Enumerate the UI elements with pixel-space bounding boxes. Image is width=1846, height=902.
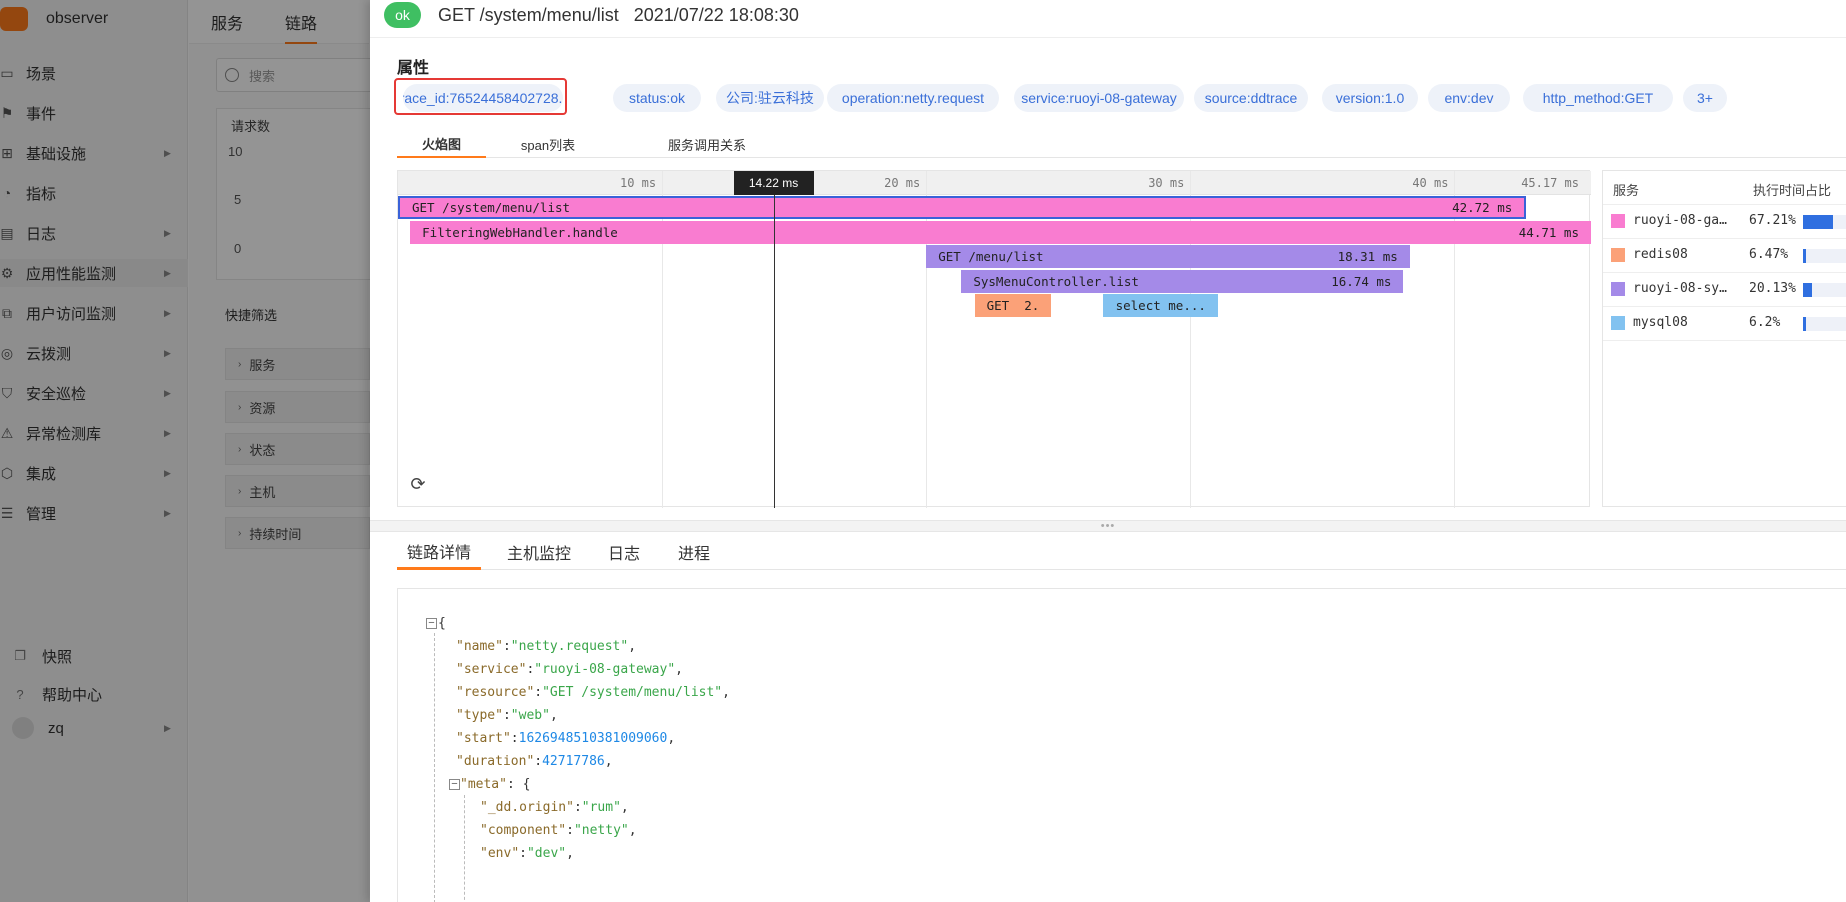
service-color-swatch (1611, 248, 1625, 262)
service-name: redis08 (1633, 247, 1688, 262)
tab-process[interactable]: 进程 (667, 534, 721, 570)
span-duration: 44.71 ms (1518, 224, 1579, 240)
tab-trace-detail[interactable]: 链路详情 (397, 534, 481, 570)
service-row[interactable]: redis08 6.47% (1603, 239, 1846, 273)
chip-status[interactable]: status:ok (613, 84, 701, 112)
service-bar-fill (1803, 283, 1812, 297)
axis-tick-label: 45.17 ms (1521, 176, 1579, 190)
flame-span[interactable]: SysMenuController.list 16.74 ms (961, 269, 1404, 293)
service-pct: 6.47% (1749, 247, 1789, 262)
axis-tick-label: 30 ms (1148, 176, 1185, 190)
flame-span[interactable]: select me... (1103, 294, 1219, 317)
service-color-swatch (1611, 316, 1625, 330)
axis-tick-label: 40 ms (1412, 176, 1449, 190)
header-ratio: 执行时间占比 (1753, 183, 1832, 198)
chip-more[interactable]: 3+ (1683, 84, 1727, 112)
json-line: "name":"netty.request", (456, 639, 637, 654)
chip-env[interactable]: env:dev (1428, 84, 1510, 112)
json-line: "env":"dev", (480, 846, 574, 861)
detail-tabs: 链路详情 主机监控 日志 进程 (397, 534, 1846, 570)
service-bar-track (1803, 283, 1846, 297)
service-bar-track (1803, 215, 1846, 229)
span-name: GET 2. (986, 298, 1040, 313)
json-indent-guide (434, 633, 435, 902)
collapse-icon[interactable]: − (449, 779, 460, 790)
service-pct: 20.13% (1749, 281, 1796, 296)
span-duration: 42.72 ms (1452, 200, 1513, 215)
flame-span[interactable]: GET 2. (975, 294, 1051, 317)
flame-span[interactable]: GET /menu/list 18.31 ms (926, 245, 1410, 268)
flame-time-axis: 10 ms 20 ms 30 ms 40 ms 45.17 ms (398, 171, 1591, 195)
service-name: mysql08 (1633, 315, 1688, 330)
chip-company[interactable]: 公司:驻云科技 (716, 84, 824, 112)
json-line: "service":"ruoyi-08-gateway", (456, 662, 683, 677)
flame-span[interactable]: FilteringWebHandler.handle 44.71 ms (410, 220, 1591, 244)
service-bar-track (1803, 249, 1846, 263)
time-cursor-label: 14.22 ms (733, 171, 814, 195)
service-bar-fill (1803, 249, 1806, 263)
tab-flame-graph[interactable]: 火焰图 (397, 130, 486, 158)
trace-detail-drawer: ok GET /system/menu/list 2021/07/22 18:0… (370, 0, 1846, 902)
refresh-icon[interactable]: ⟳ (408, 474, 428, 494)
chip-version[interactable]: version:1.0 (1322, 84, 1418, 112)
span-name: FilteringWebHandler.handle (422, 224, 618, 240)
span-duration: 18.31 ms (1337, 249, 1398, 264)
service-name: ruoyi-08-gateway (1633, 213, 1733, 228)
json-line: "type":"web", (456, 708, 558, 723)
service-pct: 67.21% (1749, 213, 1796, 228)
tab-logs[interactable]: 日志 (597, 534, 651, 570)
tab-span-list[interactable]: span列表 (505, 130, 591, 158)
modal-overlay[interactable] (0, 0, 370, 902)
flame-graph[interactable]: 10 ms 20 ms 30 ms 40 ms 45.17 ms GET /system… (397, 170, 1591, 508)
json-line: "component":"netty", (480, 823, 637, 838)
trace-id-highlight (394, 78, 567, 115)
span-duration: 16.74 ms (1331, 273, 1392, 289)
service-panel-header: 服务 执行时间占比 (1603, 171, 1846, 205)
service-row[interactable]: ruoyi-08-gateway 67.21% (1603, 205, 1846, 239)
json-line: "_dd.origin":"rum", (480, 800, 629, 815)
json-meta-line: "meta": { (460, 777, 531, 792)
axis-tick-label: 10 ms (619, 176, 657, 190)
header-service: 服务 (1613, 183, 1640, 198)
service-bar-track (1803, 317, 1846, 331)
chip-http-method[interactable]: http_method:GET (1523, 84, 1673, 112)
chip-source[interactable]: source:ddtrace (1194, 84, 1308, 112)
flame-span[interactable]: GET /system/menu/list 42.72 ms (398, 196, 1527, 219)
span-name: select me... (1115, 298, 1206, 313)
attributes-title: 属性 (397, 60, 430, 77)
drawer-title: GET /system/menu/list 2021/07/22 18:08:3… (438, 5, 799, 25)
span-name: GET /menu/list (938, 249, 1044, 264)
resize-handle[interactable]: ••• (370, 520, 1846, 532)
tab-service-call[interactable]: 服务调用关系 (647, 130, 767, 158)
service-color-swatch (1611, 214, 1625, 228)
service-bar-fill (1803, 317, 1806, 331)
span-name: GET /system/menu/list (412, 200, 571, 215)
service-row[interactable]: mysql08 6.2% (1603, 307, 1846, 341)
json-open-brace: { (438, 616, 446, 631)
service-time-panel: 服务 执行时间占比 ruoyi-08-gateway 67.21% redis08 6… (1602, 170, 1846, 507)
collapse-icon[interactable]: − (426, 618, 437, 629)
json-line: "start":1626948510381009060, (456, 731, 676, 746)
tab-host-monitor[interactable]: 主机监控 (495, 534, 583, 570)
chip-service[interactable]: service:ruoyi-08-gateway (1014, 84, 1184, 112)
axis-tick-label: 20 ms (884, 176, 921, 190)
service-row[interactable]: ruoyi-08-system 20.13% (1603, 273, 1846, 307)
status-badge: ok (384, 2, 421, 28)
json-line: "duration":42717786, (456, 754, 613, 769)
service-color-swatch (1611, 282, 1625, 296)
span-name: SysMenuController.list (973, 273, 1139, 289)
json-line: "resource":"GET /system/menu/list", (456, 685, 730, 700)
service-bar-fill (1803, 215, 1833, 229)
service-name: ruoyi-08-system (1633, 281, 1733, 296)
drawer-header: ok GET /system/menu/list 2021/07/22 18:0… (370, 0, 1846, 38)
json-viewer: − { "name":"netty.request", "service":"ru… (397, 588, 1846, 902)
view-tabs: 火焰图 span列表 服务调用关系 (397, 128, 1846, 158)
chip-operation[interactable]: operation:netty.request (827, 84, 999, 112)
time-cursor-line (773, 171, 776, 508)
json-indent-guide (464, 795, 465, 902)
service-pct: 6.2% (1749, 315, 1781, 330)
